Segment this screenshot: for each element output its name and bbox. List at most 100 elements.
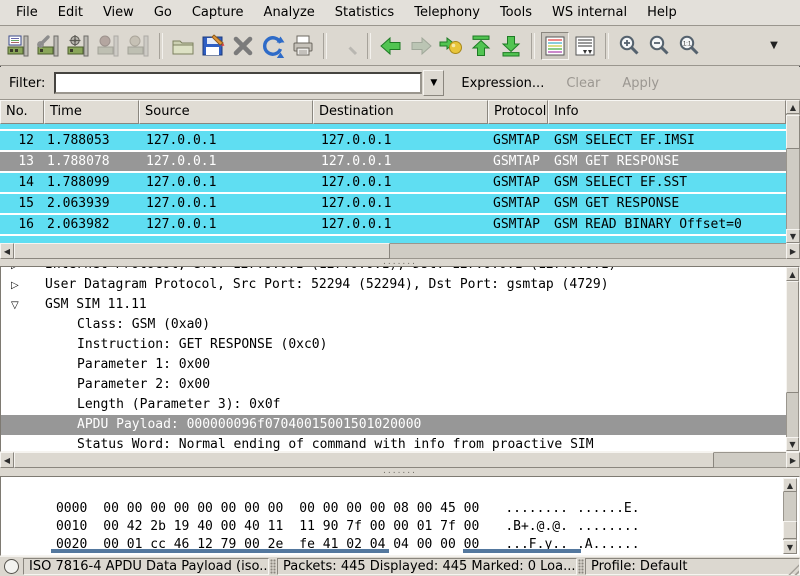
find-packet-icon[interactable] <box>333 32 361 60</box>
scroll-up-arrow[interactable]: ▲ <box>786 100 800 114</box>
cell-info: GSM SELECT EF.SST <box>548 173 786 192</box>
menu-edit[interactable]: Edit <box>48 2 93 23</box>
scroll-thumb[interactable] <box>14 452 714 468</box>
tree-row-instruction[interactable]: Instruction: GET RESPONSE (0xc0) <box>1 335 799 355</box>
statusbar-grip-icon[interactable] <box>578 559 584 574</box>
scroll-down-arrow[interactable]: ▼ <box>783 540 797 554</box>
table-row[interactable]: 14 1.788099 127.0.0.1 127.0.0.1 GSMTAP G… <box>0 173 786 194</box>
filter-history-dropdown[interactable]: ▼ <box>423 70 444 96</box>
hexdump-row[interactable]: 000000 00 00 00 00 00 00 0000 00 00 00 0… <box>1 482 799 500</box>
tree-row-partial[interactable]: ▷Internet Protocol, Src: 127.0.0.1 (127.… <box>1 267 799 275</box>
table-row[interactable]: 16 2.063982 127.0.0.1 127.0.0.1 GSMTAP G… <box>0 215 786 236</box>
scroll-right-arrow[interactable]: ▶ <box>786 243 800 259</box>
tree-row-gsm-sim[interactable]: ▽GSM SIM 11.11 <box>1 295 799 315</box>
scroll-thumb[interactable] <box>783 521 797 539</box>
menu-tools[interactable]: Tools <box>490 2 542 23</box>
save-file-icon[interactable] <box>199 32 227 60</box>
cell-source: 127.0.0.1 <box>139 215 313 234</box>
capture-stop-icon[interactable] <box>95 32 123 60</box>
close-file-icon[interactable] <box>229 32 257 60</box>
tree-row-udp[interactable]: ▷User Datagram Protocol, Src Port: 52294… <box>1 275 799 295</box>
apply-button[interactable]: Apply <box>613 73 668 94</box>
go-forward-icon[interactable] <box>407 32 435 60</box>
open-file-icon[interactable] <box>169 32 197 60</box>
cell-protocol: GSMTAP <box>488 173 548 192</box>
menu-file[interactable]: File <box>6 2 48 23</box>
menu-telephony[interactable]: Telephony <box>404 2 490 23</box>
table-row[interactable]: 12 1.788053 127.0.0.1 127.0.0.1 GSMTAP G… <box>0 131 786 152</box>
zoom-normal-icon[interactable]: 1:1 <box>675 32 703 60</box>
cell-protocol: GSMTAP <box>488 194 548 213</box>
column-source[interactable]: Source <box>139 100 313 124</box>
menu-capture[interactable]: Capture <box>182 2 254 23</box>
expression-button[interactable]: Expression... <box>452 73 553 94</box>
menu-view[interactable]: View <box>93 2 144 23</box>
column-no[interactable]: No. <box>0 100 44 124</box>
autoscroll-toggle-icon[interactable] <box>571 32 599 60</box>
scroll-down-arrow[interactable]: ▼ <box>786 229 800 243</box>
filter-button[interactable]: Filter: <box>0 73 54 94</box>
scroll-thumb[interactable] <box>786 281 799 393</box>
scroll-left-arrow[interactable]: ◀ <box>0 243 14 259</box>
go-to-packet-icon[interactable] <box>437 32 465 60</box>
pane-splitter[interactable]: ....... <box>0 468 800 476</box>
scroll-left-arrow[interactable]: ◀ <box>0 452 14 468</box>
scroll-thumb[interactable] <box>14 243 390 259</box>
expander-icon[interactable]: ▷ <box>11 267 45 275</box>
tree-row-parameter1[interactable]: Parameter 1: 0x00 <box>1 355 799 375</box>
capture-restart-icon[interactable] <box>125 32 153 60</box>
hex-offset: 0000 <box>56 501 87 516</box>
capture-interfaces-icon[interactable] <box>5 32 33 60</box>
tree-row-parameter2[interactable]: Parameter 2: 0x00 <box>1 375 799 395</box>
scroll-thumb[interactable] <box>786 115 800 149</box>
zoom-in-icon[interactable] <box>615 32 643 60</box>
statusbar-grip-icon[interactable] <box>270 559 276 574</box>
print-icon[interactable] <box>289 32 317 60</box>
tree-row-length[interactable]: Length (Parameter 3): 0x0f <box>1 395 799 415</box>
tree-row-class[interactable]: Class: GSM (0xa0) <box>1 315 799 335</box>
menu-ws-internal[interactable]: WS internal <box>542 2 637 23</box>
menu-statistics[interactable]: Statistics <box>325 2 404 23</box>
menu-help[interactable]: Help <box>637 2 687 23</box>
hex-bytes: 11 90 7f 00 00 01 7f 00 <box>299 519 479 534</box>
column-protocol[interactable]: Protocol <box>488 100 548 124</box>
scroll-up-arrow[interactable]: ▲ <box>783 478 797 492</box>
toolbar-overflow-icon[interactable]: ▼ <box>760 32 788 60</box>
expander-icon[interactable]: ▽ <box>11 296 45 315</box>
column-info[interactable]: Info <box>548 100 786 124</box>
expander-icon[interactable]: ▷ <box>11 276 45 295</box>
column-time[interactable]: Time <box>44 100 139 124</box>
table-row-partial[interactable]: 11 1.787891 127.0.0.1 127.0.0.1 GSMTAP G… <box>0 124 786 131</box>
scroll-down-arrow[interactable]: ▼ <box>786 437 799 451</box>
zoom-out-icon[interactable] <box>645 32 673 60</box>
go-back-icon[interactable] <box>377 32 405 60</box>
status-profile[interactable]: Profile: Default <box>585 558 800 575</box>
menu-analyze[interactable]: Analyze <box>254 2 325 23</box>
tree-row-status-word[interactable]: Status Word: Normal ending of command wi… <box>1 435 799 452</box>
go-to-bottom-icon[interactable] <box>497 32 525 60</box>
capture-options-icon[interactable] <box>35 32 63 60</box>
filter-input[interactable] <box>54 72 422 94</box>
expert-info-icon[interactable] <box>4 559 19 574</box>
cell-source: 127.0.0.1 <box>139 194 313 213</box>
table-row[interactable]: 15 2.063939 127.0.0.1 127.0.0.1 GSMTAP G… <box>0 194 786 215</box>
hex-ascii: ........ <box>577 519 640 534</box>
cell-no: 13 <box>0 152 44 171</box>
menu-go[interactable]: Go <box>144 2 182 23</box>
tree-row-apdu-payload-selected[interactable]: APDU Payload: 000000096f0704001500150102… <box>1 415 799 435</box>
clear-button[interactable]: Clear <box>557 73 609 94</box>
cell-info: GSM SELECT EF.IMSI <box>548 131 786 150</box>
scroll-right-arrow[interactable]: ▶ <box>786 452 800 468</box>
wireshark-window: File Edit View Go Capture Analyze Statis… <box>0 0 800 576</box>
cell-destination: 127.0.0.1 <box>313 131 488 150</box>
table-row-selected[interactable]: 13 1.788078 127.0.0.1 127.0.0.1 GSMTAP G… <box>0 152 786 173</box>
cell-destination: 127.0.0.1 <box>313 173 488 192</box>
capture-start-icon[interactable] <box>65 32 93 60</box>
reload-icon[interactable] <box>259 32 287 60</box>
go-to-top-icon[interactable] <box>467 32 495 60</box>
pane-splitter[interactable]: ....... <box>0 259 800 266</box>
scroll-up-arrow[interactable]: ▲ <box>786 267 799 281</box>
column-destination[interactable]: Destination <box>313 100 488 124</box>
cell-destination: 127.0.0.1 <box>313 194 488 213</box>
colorize-toggle-icon[interactable] <box>541 32 569 60</box>
